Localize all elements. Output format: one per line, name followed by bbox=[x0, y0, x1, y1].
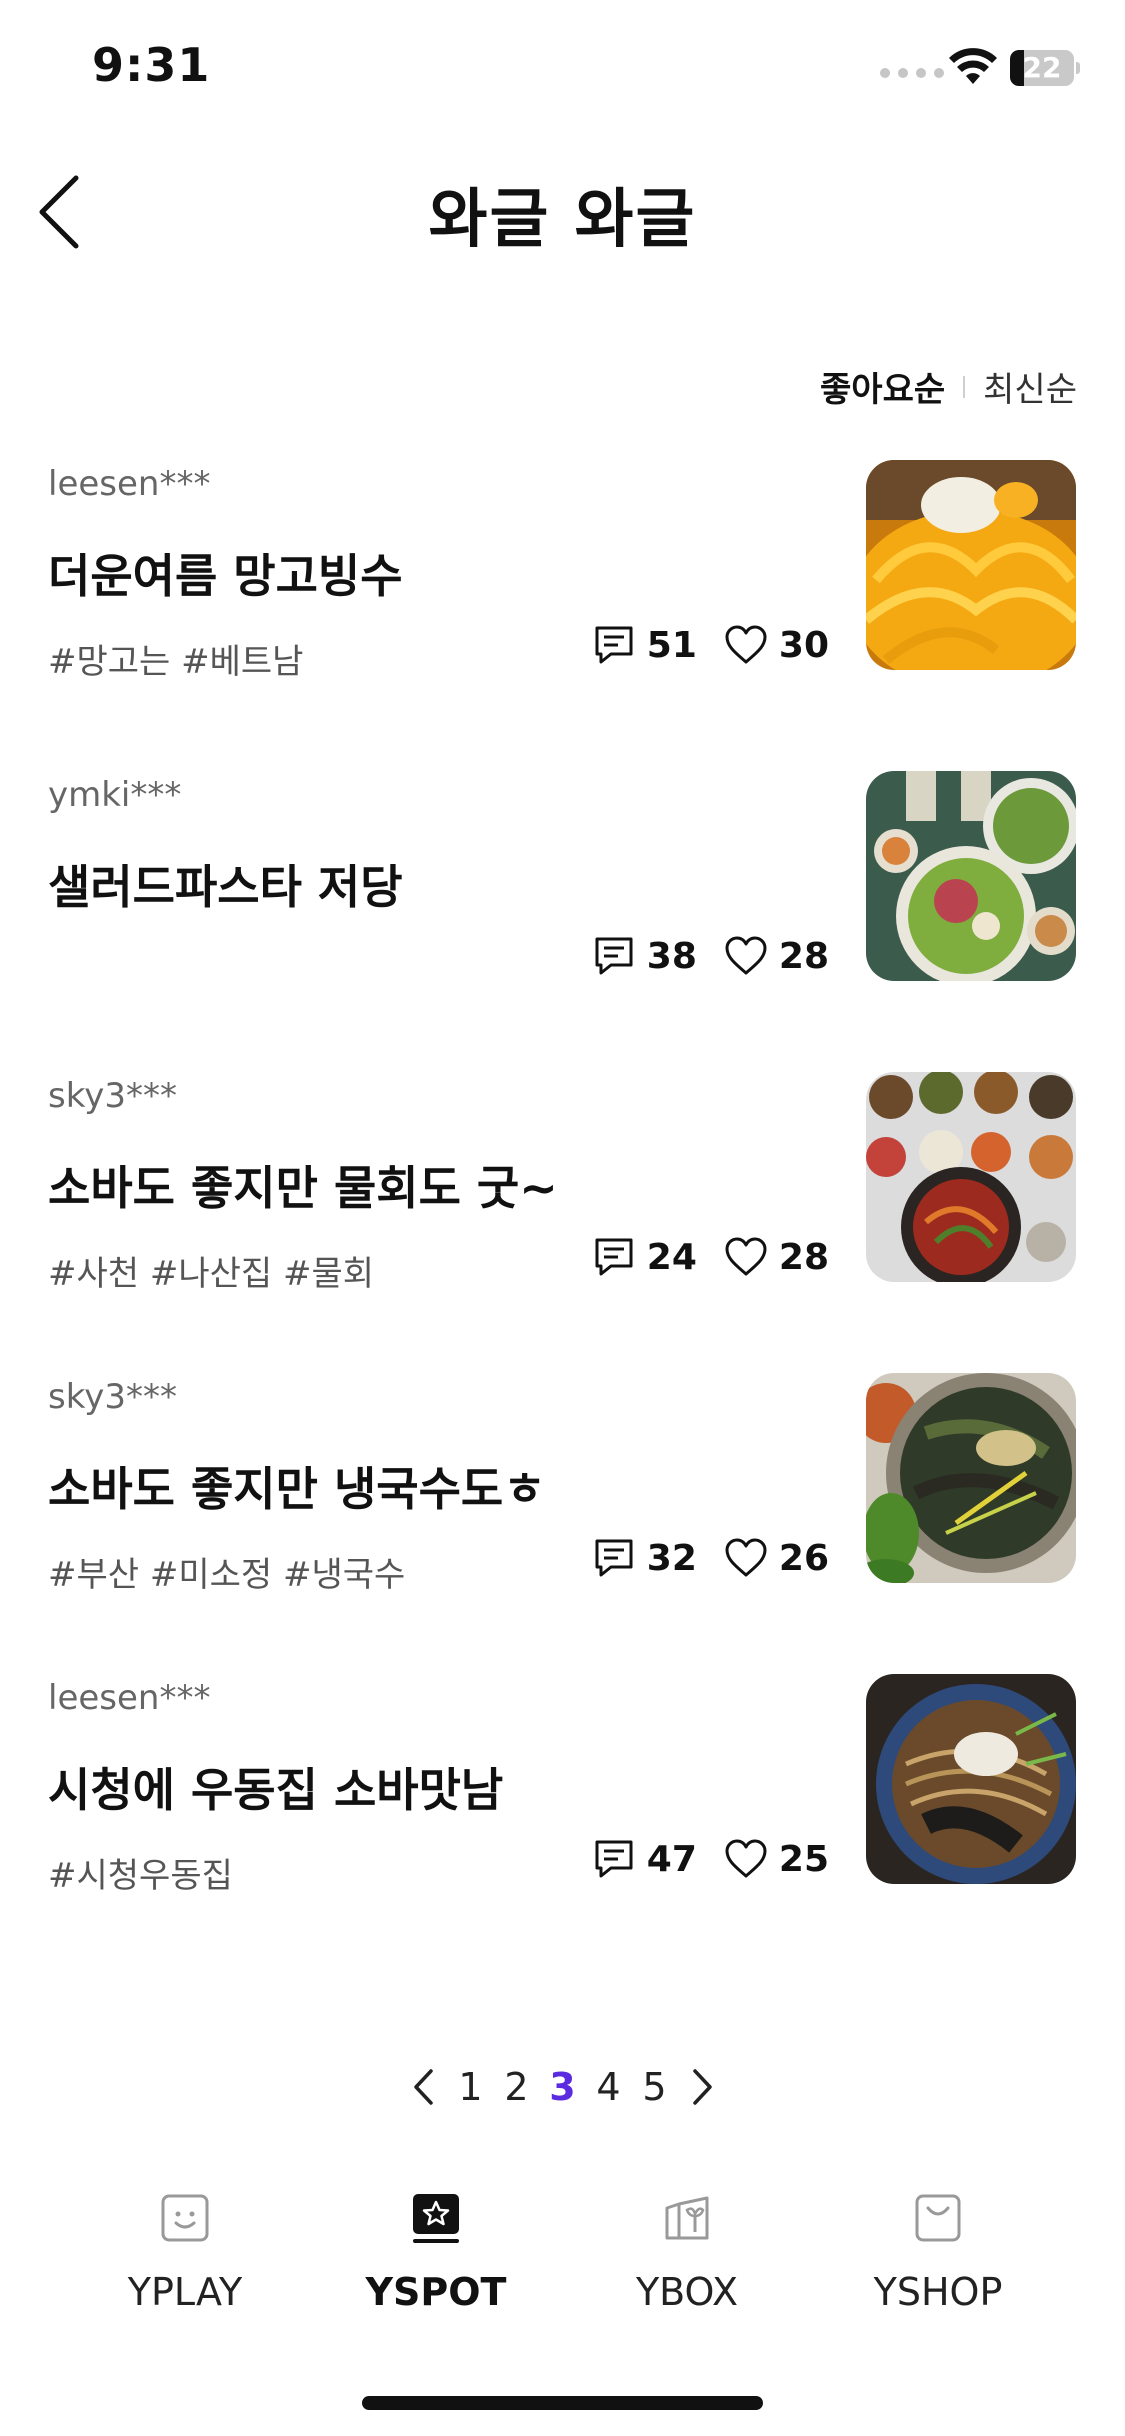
post-thumbnail bbox=[866, 1072, 1076, 1282]
post-thumbnail bbox=[866, 1674, 1076, 1884]
comment-icon bbox=[595, 1539, 633, 1577]
comment-count: 32 bbox=[591, 1535, 697, 1581]
next-page-button[interactable] bbox=[678, 2062, 728, 2112]
battery-icon: 22 bbox=[1010, 50, 1080, 86]
like-count-value: 30 bbox=[778, 624, 829, 666]
like-count-value: 28 bbox=[778, 1236, 829, 1278]
heart-icon bbox=[725, 936, 767, 975]
post-stats: 51 30 bbox=[591, 622, 829, 668]
page-number-1[interactable]: 1 bbox=[448, 2065, 494, 2109]
comment-count-value: 47 bbox=[646, 1838, 697, 1880]
tab-label: YSPOT bbox=[365, 2270, 507, 2314]
shopping-bag-icon bbox=[915, 2194, 961, 2242]
chevron-right-icon bbox=[692, 2069, 712, 2105]
like-count-value: 25 bbox=[778, 1838, 829, 1880]
tab-yplay[interactable]: YPLAY bbox=[75, 2180, 295, 2340]
heart-icon bbox=[725, 1538, 767, 1577]
post-title: 샐러드파스타 저당 bbox=[48, 860, 403, 914]
post-author: sky3*** bbox=[48, 1076, 177, 1116]
like-count[interactable]: 25 bbox=[723, 1836, 829, 1882]
battery-level: 22 bbox=[1022, 51, 1062, 84]
heart-icon bbox=[725, 1839, 767, 1878]
heart-icon bbox=[725, 1237, 767, 1276]
post-author: sky3*** bbox=[48, 1377, 177, 1417]
sort-bar: 좋아요순 최신순 bbox=[820, 362, 1077, 411]
gift-box-icon bbox=[665, 2196, 709, 2240]
comment-count-value: 38 bbox=[646, 935, 697, 977]
like-count-value: 28 bbox=[778, 935, 829, 977]
page-number-3[interactable]: 3 bbox=[540, 2065, 586, 2109]
post-stats: 32 26 bbox=[591, 1535, 829, 1581]
page-number-4[interactable]: 4 bbox=[586, 2065, 632, 2109]
post-stats: 24 28 bbox=[591, 1234, 829, 1280]
like-count-value: 26 bbox=[778, 1537, 829, 1579]
post-tags: #부산 #미소정 #냉국수 bbox=[48, 1555, 406, 1595]
page-number-2[interactable]: 2 bbox=[494, 2065, 540, 2109]
comment-icon bbox=[595, 626, 633, 664]
comment-count-value: 51 bbox=[646, 624, 697, 666]
sort-by-latest-button[interactable]: 최신순 bbox=[983, 362, 1077, 411]
post-tags: #망고는 #베트남 bbox=[48, 642, 304, 682]
post-title: 소바도 좋지만 냉국수도ㅎ bbox=[48, 1462, 546, 1516]
post-item[interactable]: sky3*** 소바도 좋지만 냉국수도ㅎ #부산 #미소정 #냉국수 32 2… bbox=[0, 1373, 1125, 1677]
status-bar: 9:31 22 bbox=[0, 0, 1125, 140]
like-count[interactable]: 30 bbox=[723, 622, 829, 668]
status-time: 9:31 bbox=[92, 38, 211, 92]
comment-count-value: 24 bbox=[646, 1236, 697, 1278]
post-author: leesen*** bbox=[48, 1678, 211, 1718]
comment-count: 47 bbox=[591, 1836, 697, 1882]
post-thumbnail bbox=[866, 771, 1076, 981]
sort-divider bbox=[963, 375, 966, 398]
like-count[interactable]: 28 bbox=[723, 933, 829, 979]
tab-yspot[interactable]: YSPOT bbox=[326, 2180, 546, 2340]
post-item[interactable]: ymki*** 샐러드파스타 저당 38 28 bbox=[0, 771, 1125, 1075]
post-item[interactable]: leesen*** 시청에 우동집 소바맛남 #시청우동집 47 25 bbox=[0, 1674, 1125, 1978]
tab-yshop[interactable]: YSHOP bbox=[828, 2180, 1048, 2340]
chevron-left-icon bbox=[413, 2069, 433, 2105]
comment-icon bbox=[595, 1840, 633, 1878]
comment-count-value: 32 bbox=[646, 1537, 697, 1579]
wifi-icon bbox=[949, 48, 997, 84]
post-thumbnail bbox=[866, 460, 1076, 670]
tab-label: YSHOP bbox=[873, 2270, 1003, 2314]
comment-count: 38 bbox=[591, 933, 697, 979]
post-stats: 38 28 bbox=[591, 933, 829, 979]
comment-icon bbox=[595, 1238, 633, 1276]
post-title: 더운여름 망고빙수 bbox=[48, 549, 403, 603]
post-title: 시청에 우동집 소바맛남 bbox=[48, 1763, 504, 1817]
pagination: 1 2 3 4 5 bbox=[0, 2062, 1125, 2112]
post-tags: #시청우동집 bbox=[48, 1856, 233, 1896]
post-stats: 47 25 bbox=[591, 1836, 829, 1882]
post-item[interactable]: leesen*** 더운여름 망고빙수 #망고는 #베트남 51 30 bbox=[0, 460, 1125, 764]
bottom-tab-bar: YPLAY YSPOT YBOX YSHOP bbox=[0, 2180, 1125, 2340]
tab-ybox[interactable]: YBOX bbox=[577, 2180, 797, 2340]
page-number-5[interactable]: 5 bbox=[632, 2065, 678, 2109]
comment-count: 24 bbox=[591, 1234, 697, 1280]
post-title: 소바도 좋지만 물회도 굿~ bbox=[48, 1161, 558, 1215]
page-title: 와글 와글 bbox=[428, 183, 697, 257]
cellular-signal-icon bbox=[880, 68, 944, 78]
post-item[interactable]: sky3*** 소바도 좋지만 물회도 굿~ #사천 #나산집 #물회 24 2… bbox=[0, 1072, 1125, 1376]
post-author: ymki*** bbox=[48, 775, 182, 815]
post-thumbnail bbox=[866, 1373, 1076, 1583]
home-indicator bbox=[362, 2396, 763, 2410]
star-box-icon bbox=[413, 2194, 459, 2243]
like-count[interactable]: 28 bbox=[723, 1234, 829, 1280]
prev-page-button[interactable] bbox=[398, 2062, 448, 2112]
smile-square-icon bbox=[161, 2194, 209, 2242]
sort-by-likes-button[interactable]: 좋아요순 bbox=[820, 362, 945, 411]
comment-icon bbox=[595, 937, 633, 975]
post-author: leesen*** bbox=[48, 464, 211, 504]
tab-label: YBOX bbox=[635, 2270, 739, 2314]
post-tags: #사천 #나산집 #물회 bbox=[48, 1254, 375, 1294]
comment-count: 51 bbox=[591, 622, 697, 668]
tab-label: YPLAY bbox=[127, 2270, 243, 2314]
heart-icon bbox=[725, 625, 767, 664]
like-count[interactable]: 26 bbox=[723, 1535, 829, 1581]
